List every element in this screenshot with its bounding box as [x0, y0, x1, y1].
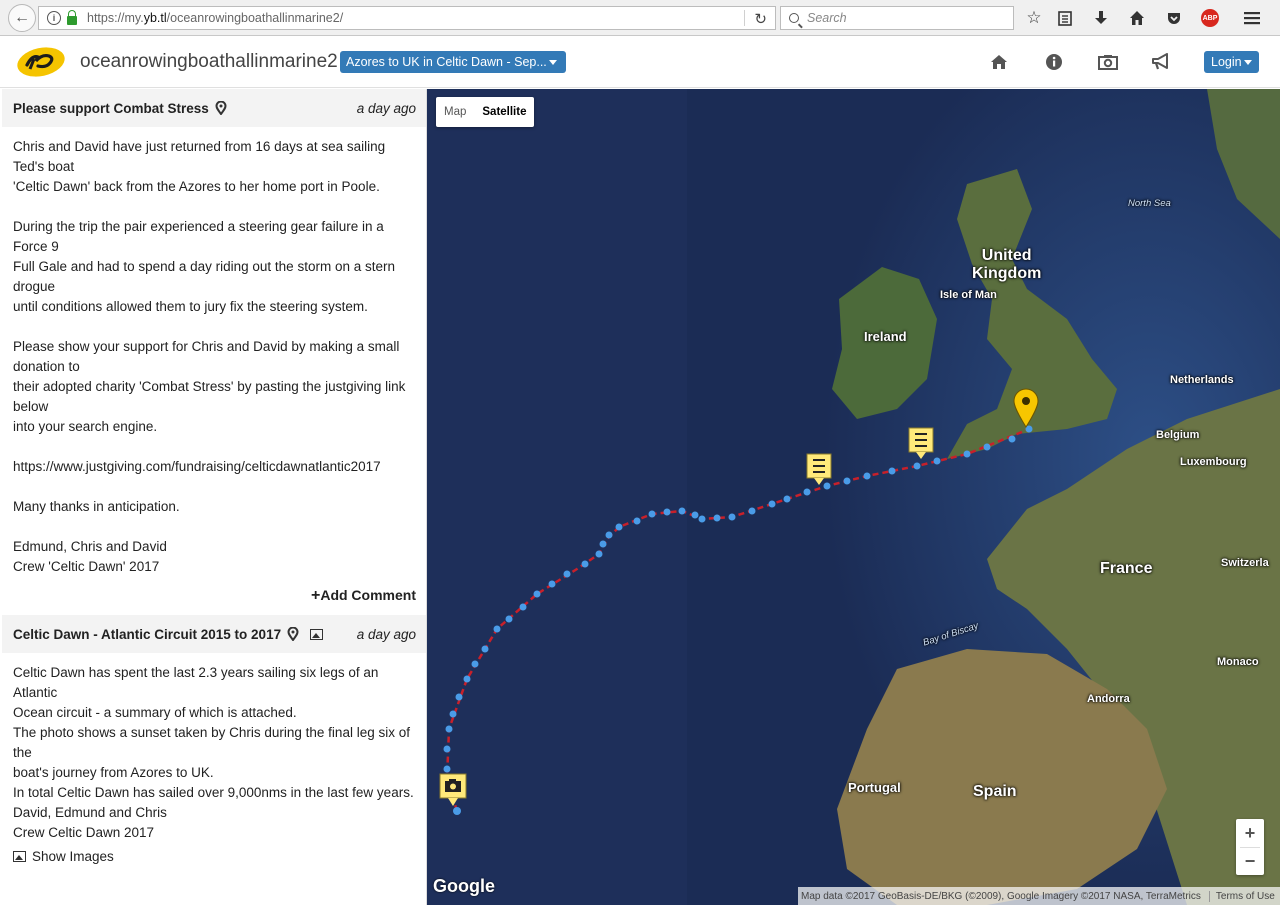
home-icon[interactable]	[1125, 6, 1149, 30]
browser-toolbar: ← i https://my.yb.tl/oceanrowingboathall…	[0, 0, 1280, 36]
url-text[interactable]: https://my.yb.tl/oceanrowingboathallinma…	[87, 11, 343, 25]
url-bar[interactable]: i https://my.yb.tl/oceanrowingboathallin…	[38, 6, 776, 30]
map-label: Switzerla	[1221, 557, 1269, 569]
post-line: Many thanks in anticipation.	[13, 499, 180, 514]
post-line: Full Gale and had to spend a day riding …	[13, 259, 395, 294]
map-label: Netherlands	[1170, 374, 1234, 386]
map-view[interactable]: Map Satellite North Sea United Kingdom Is…	[427, 89, 1280, 905]
lock-icon	[67, 9, 77, 25]
race-select[interactable]: Azores to UK in Celtic Dawn - Sep...	[340, 51, 566, 73]
map-label: United Kingdom	[972, 247, 1042, 282]
chevron-down-icon	[1244, 60, 1252, 65]
post-line: Celtic Dawn has spent the last 2.3 years…	[13, 665, 379, 700]
map-label: Monaco	[1217, 656, 1259, 668]
map-label: Ireland	[864, 329, 907, 344]
post-line: In total Celtic Dawn has sailed over 9,0…	[13, 785, 414, 800]
map-label: France	[1100, 560, 1153, 577]
map-label: Spain	[973, 783, 1017, 800]
site-title: oceanrowingboathallinmarine2	[80, 51, 338, 72]
post-body: Chris and David have just returned from …	[2, 127, 426, 577]
app-header: oceanrowingboathallinmarine2 Azores to U…	[0, 37, 1280, 88]
pocket-icon[interactable]	[1162, 6, 1186, 30]
post-time: a day ago	[356, 100, 416, 116]
info-icon[interactable]: i	[47, 11, 61, 25]
post-line: During the trip the pair experienced a s…	[13, 219, 384, 254]
back-arrow-icon[interactable]: ←	[8, 4, 36, 32]
post-line: 'Celtic Dawn' back from the Azores to he…	[13, 179, 380, 194]
map-pin-icon[interactable]	[287, 627, 301, 641]
browser-search-input[interactable]: Search	[780, 6, 1014, 30]
menu-hamburger-icon[interactable]	[1240, 6, 1264, 30]
chevron-down-icon	[549, 60, 557, 65]
bookmark-star-icon[interactable]: ☆	[1022, 6, 1046, 30]
add-comment-button[interactable]: +Add Comment	[2, 577, 426, 615]
plus-icon: +	[310, 587, 321, 604]
adblock-icon[interactable]: ABP	[1198, 6, 1222, 30]
terms-of-use-link[interactable]: Terms of Use	[1208, 890, 1275, 902]
map-label: Luxembourg	[1180, 456, 1247, 468]
map-type-control: Map Satellite	[436, 97, 535, 127]
post-blank-line	[13, 477, 415, 497]
url-divider	[744, 10, 745, 26]
post-line: Ocean circuit - a summary of which is at…	[13, 705, 297, 720]
post-line: The photo shows a sunset taken by Chris …	[13, 725, 410, 760]
zoom-control: + −	[1236, 819, 1264, 875]
map-type-map-button[interactable]: Map	[436, 97, 474, 127]
post-line: Crew 'Celtic Dawn' 2017	[13, 559, 160, 574]
reading-list-icon[interactable]	[1053, 6, 1077, 30]
post-blank-line	[13, 517, 415, 537]
posts-sidebar[interactable]: Please support Combat Stress a day ago C…	[2, 89, 427, 905]
info-nav-icon[interactable]	[1042, 51, 1066, 73]
justgiving-link-text: https://www.justgiving.com/fundraising/c…	[13, 459, 381, 474]
map-label: Belgium	[1156, 429, 1200, 441]
post-title[interactable]: Please support Combat Stress	[13, 101, 209, 116]
download-icon[interactable]	[1089, 6, 1113, 30]
image-icon	[13, 851, 26, 862]
post-header: Celtic Dawn - Atlantic Circuit 2015 to 2…	[2, 615, 426, 653]
map-attribution: Map data ©2017 GeoBasis-DE/BKG (©2009), …	[798, 887, 1280, 905]
post-2: Celtic Dawn - Atlantic Circuit 2015 to 2…	[2, 615, 426, 870]
post-blank-line	[13, 437, 415, 457]
search-icon	[789, 13, 799, 23]
google-logo[interactable]: Google	[433, 876, 495, 897]
post-line: boat's journey from Azores to UK.	[13, 765, 214, 780]
post-1: Please support Combat Stress a day ago C…	[2, 89, 426, 615]
zoom-in-button[interactable]: +	[1236, 819, 1264, 847]
yb-logo[interactable]	[16, 46, 66, 78]
post-line: David, Edmund and Chris	[13, 805, 167, 820]
map-label: Isle of Man	[940, 289, 997, 301]
post-line: Please show your support for Chris and D…	[13, 339, 400, 374]
post-line: until conditions allowed them to jury fi…	[13, 299, 368, 314]
map-label: Portugal	[848, 780, 901, 795]
photo-nav-icon[interactable]	[1096, 51, 1120, 73]
login-button[interactable]: Login	[1204, 51, 1259, 73]
map-type-satellite-button[interactable]: Satellite	[474, 97, 534, 127]
megaphone-nav-icon[interactable]	[1149, 51, 1173, 73]
post-line: Crew Celtic Dawn 2017	[13, 825, 155, 840]
map-label: North Sea	[1128, 198, 1171, 209]
zoom-divider	[1240, 847, 1260, 848]
post-time: a day ago	[356, 626, 416, 642]
post-blank-line	[13, 317, 415, 337]
zoom-out-button[interactable]: −	[1236, 847, 1264, 875]
post-body: Celtic Dawn has spent the last 2.3 years…	[2, 653, 426, 843]
show-images-button[interactable]: Show Images	[2, 843, 426, 870]
post-line: Chris and David have just returned from …	[13, 139, 386, 174]
post-blank-line	[13, 197, 415, 217]
post-line: Edmund, Chris and David	[13, 539, 167, 554]
map-pin-icon[interactable]	[215, 101, 229, 115]
post-line: their adopted charity 'Combat Stress' by…	[13, 379, 406, 414]
post-title[interactable]: Celtic Dawn - Atlantic Circuit 2015 to 2…	[13, 627, 281, 642]
post-line: into your search engine.	[13, 419, 158, 434]
attribution-text: Map data ©2017 GeoBasis-DE/BKG (©2009), …	[801, 890, 1201, 902]
map-label: Andorra	[1087, 693, 1130, 705]
home-nav-icon[interactable]	[987, 51, 1011, 73]
post-header: Please support Combat Stress a day ago	[2, 89, 426, 127]
reload-icon[interactable]: ↻	[754, 10, 767, 28]
image-icon[interactable]	[310, 628, 324, 640]
